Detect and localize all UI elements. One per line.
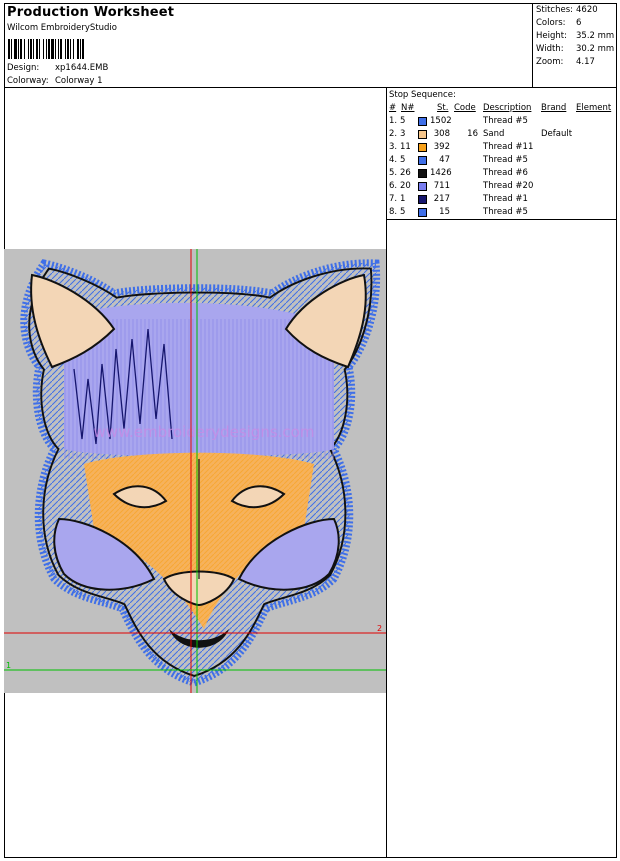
row-description: Thread #20 (483, 181, 534, 191)
thread-color-swatch (418, 182, 427, 191)
watermark-text: www.embroiderydesigns.com (94, 423, 315, 441)
thread-color-swatch (418, 117, 427, 126)
stat-label: Stitches: (536, 5, 574, 15)
stat-height: Height: 35.2 mm (536, 31, 614, 41)
stat-zoom: Zoom: 4.17 (536, 57, 595, 67)
row-stitches: 392 (433, 142, 450, 152)
software-name: Wilcom EmbroideryStudio (7, 23, 117, 33)
header-divider (4, 87, 617, 88)
colorway-row: Colorway: Colorway 1 (7, 76, 103, 86)
row-stitches: 15 (439, 207, 450, 217)
design-canvas: www.embroiderydesigns.com 2 1 (4, 249, 386, 693)
stat-label: Zoom: (536, 57, 564, 67)
stop-sequence-row: 7. 1 217 Thread #1 (388, 194, 616, 207)
stat-label: Width: (536, 44, 564, 54)
thread-color-swatch (418, 195, 427, 204)
row-number: 7. (389, 194, 398, 204)
row-description: Thread #11 (483, 142, 534, 152)
stop-sequence-row: 3. 11 392 Thread #11 (388, 142, 616, 155)
row-stitches: 1502 (430, 116, 452, 126)
row-description: Sand (483, 129, 505, 139)
stat-stitches: Stitches: 4620 (536, 5, 598, 15)
row-brand: Default (541, 129, 573, 139)
row-description: Thread #5 (483, 116, 528, 126)
row-needle: 20 (400, 181, 411, 191)
thread-color-swatch (418, 169, 427, 178)
stat-value: 6 (576, 18, 582, 28)
thread-color-swatch (418, 130, 427, 139)
row-number: 4. (389, 155, 398, 165)
guide-marker-2: 2 (377, 624, 382, 633)
col-header-brand: Brand (541, 103, 567, 113)
colorway-label: Colorway: (7, 76, 49, 86)
stop-sequence-row: 2. 3 308 16 Sand Default (388, 129, 616, 142)
row-stitches: 711 (433, 181, 450, 191)
row-stitches: 47 (439, 155, 450, 165)
row-description: Thread #5 (483, 155, 528, 165)
stop-sequence-row: 5. 26 1426 Thread #6 (388, 168, 616, 181)
row-description: Thread #6 (483, 168, 528, 178)
thread-color-swatch (418, 143, 427, 152)
row-number: 6. (389, 181, 398, 191)
thread-color-swatch (418, 156, 427, 165)
row-needle: 5 (400, 155, 406, 165)
design-row: Design: xp1644.EMB (7, 63, 108, 73)
guide-marker-1: 1 (6, 661, 11, 670)
col-header-num: # (389, 103, 397, 113)
design-value: xp1644.EMB (55, 63, 109, 73)
thread-color-swatch (418, 208, 427, 217)
col-header-element: Element (576, 103, 612, 113)
column-divider (386, 88, 387, 858)
row-needle: 5 (400, 116, 406, 126)
col-header-st: St. (437, 103, 449, 113)
stat-label: Height: (536, 31, 567, 41)
header-info: Production Worksheet Wilcom EmbroiderySt… (4, 3, 533, 87)
stat-value: 30.2 mm (576, 44, 615, 54)
stat-label: Colors: (536, 18, 566, 28)
row-stitches: 217 (433, 194, 450, 204)
stat-colors: Colors: 6 (536, 18, 581, 28)
row-number: 5. (389, 168, 398, 178)
stop-sequence-row: 8. 5 15 Thread #5 (388, 207, 616, 220)
row-number: 8. (389, 207, 398, 217)
stop-sequence-row: 4. 5 47 Thread #5 (388, 155, 616, 168)
col-header-description: Description (483, 103, 532, 113)
page-title: Production Worksheet (7, 5, 175, 20)
row-description: Thread #1 (483, 194, 528, 204)
col-header-n: N# (401, 103, 415, 113)
row-needle: 1 (400, 194, 406, 204)
stat-value: 35.2 mm (576, 31, 615, 41)
row-stitches: 1426 (430, 168, 452, 178)
row-needle: 11 (400, 142, 411, 152)
col-header-code: Code (454, 103, 476, 113)
colorway-value: Colorway 1 (55, 76, 103, 86)
barcode (8, 39, 84, 59)
stop-sequence-row: 1. 5 1502 Thread #5 (388, 116, 616, 129)
row-needle: 5 (400, 207, 406, 217)
row-needle: 26 (400, 168, 411, 178)
stat-width: Width: 30.2 mm (536, 44, 614, 54)
row-number: 1. (389, 116, 398, 126)
row-number: 2. (389, 129, 398, 139)
row-stitches: 308 (433, 129, 450, 139)
row-description: Thread #5 (483, 207, 528, 217)
stat-value: 4.17 (576, 57, 595, 67)
row-number: 3. (389, 142, 398, 152)
stop-sequence-row: 6. 20 711 Thread #20 (388, 181, 616, 194)
design-preview: www.embroiderydesigns.com 2 1 (4, 249, 386, 693)
row-code: 16 (467, 129, 478, 139)
design-label: Design: (7, 63, 40, 73)
stat-value: 4620 (576, 5, 598, 15)
stats-panel: Stitches: 4620 Colors: 6 Height: 35.2 mm Wi… (533, 3, 617, 87)
row-needle: 3 (400, 129, 406, 139)
stop-sequence-title: Stop Sequence: (389, 90, 456, 100)
